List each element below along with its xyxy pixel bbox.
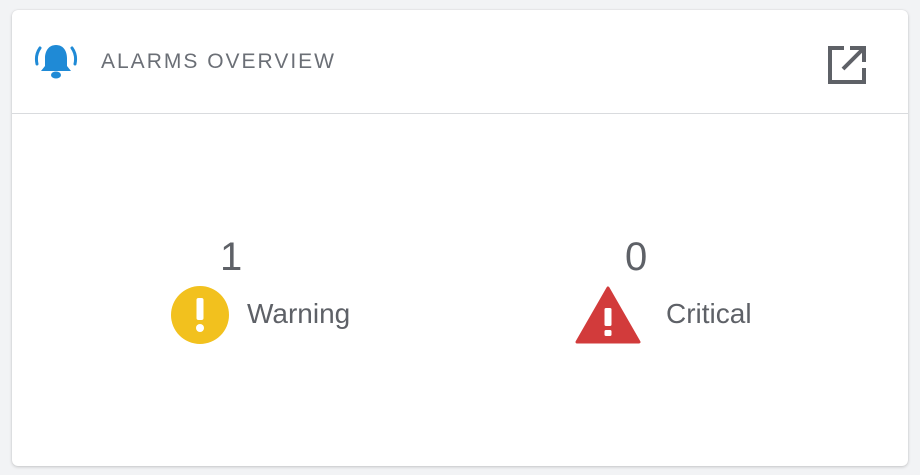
card-title: ALARMS OVERVIEW: [101, 50, 336, 73]
warning-circle-icon: [171, 286, 229, 344]
critical-stat[interactable]: 0 Critical: [575, 235, 805, 345]
critical-label: Critical: [666, 298, 752, 329]
warning-label: Warning: [247, 298, 351, 329]
critical-triangle-icon: [575, 286, 641, 344]
warning-count: 1: [220, 235, 243, 279]
critical-count: 0: [625, 235, 648, 279]
alarms-overview-card: ALARMS OVERVIEW 1 Warning 0 Critical: [12, 10, 908, 466]
card-header: ALARMS OVERVIEW: [12, 10, 908, 114]
bell-alarm-icon: [34, 45, 78, 79]
warning-stat[interactable]: 1 Warning: [170, 235, 400, 345]
open-external-icon[interactable]: [824, 42, 870, 88]
